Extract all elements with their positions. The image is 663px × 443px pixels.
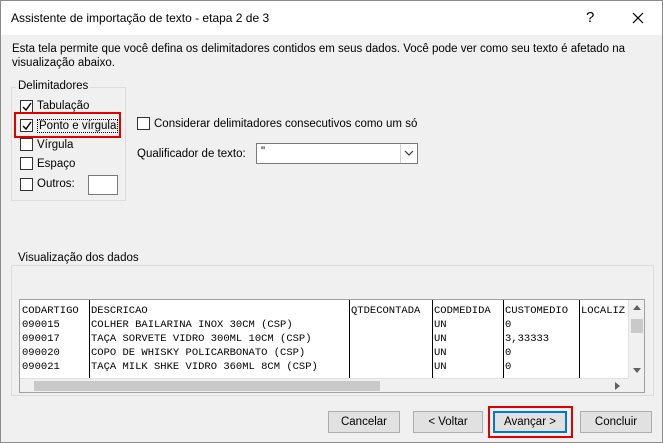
title-bar: Assistente de importação de texto - etap… [1, 1, 662, 35]
space-checkbox[interactable] [20, 157, 33, 170]
preview-cell: 090021 [22, 361, 60, 373]
import-wizard-dialog: Assistente de importação de texto - etap… [0, 0, 663, 443]
preview-cell: TAÇA MILK SHKE VIDRO 360ML 8CM (CSP) [91, 361, 318, 373]
column-separator[interactable] [349, 300, 350, 378]
semicolon-highlight [14, 112, 121, 138]
others-label: Outros: [37, 178, 75, 190]
space-label: Espaço [37, 158, 76, 170]
consecutive-label: Considerar delimitadores consecutivos co… [154, 118, 418, 130]
scroll-down-icon [633, 368, 641, 373]
back-button[interactable]: < Voltar [413, 411, 483, 433]
finish-button[interactable]: Concluir [580, 411, 652, 433]
consecutive-checkbox[interactable] [137, 117, 150, 130]
horizontal-scrollbar[interactable] [20, 378, 628, 392]
horizontal-scroll-thumb[interactable] [34, 381, 380, 391]
others-input[interactable] [88, 175, 118, 195]
checkmark-icon [22, 102, 32, 112]
column-separator[interactable] [432, 300, 433, 378]
qualifier-select[interactable]: " [256, 143, 418, 164]
preview-cell: 3,33333 [505, 333, 550, 345]
preview-header-cell: CODARTIGO [22, 305, 79, 317]
chevron-down-icon [404, 150, 414, 156]
preview-header-cell: DESCRICAO [91, 305, 148, 317]
column-separator[interactable] [503, 300, 504, 378]
comma-checkbox[interactable] [20, 138, 33, 151]
preview-cell: 0 [505, 319, 512, 331]
preview-group-label: Visualização dos dados [16, 252, 141, 264]
intro-text: Esta tela permite que você defina os del… [12, 43, 626, 69]
preview-cell [350, 318, 433, 332]
preview-cell: 090017 [22, 333, 60, 345]
dropdown-arrow[interactable] [400, 144, 417, 163]
preview-cell [350, 360, 433, 374]
preview-cell: COLHER BAILARINA INOX 30CM (CSP) [91, 319, 293, 331]
preview-cell: 0 [505, 347, 512, 359]
preview-cell: TAÇA SORVETE VIDRO 300ML 10CM (CSP) [91, 333, 312, 345]
delimiters-group-label: Delimitadores [16, 80, 91, 92]
preview-cell: UN [434, 347, 447, 359]
preview-cell [350, 332, 433, 346]
preview-cell: UN [434, 333, 447, 345]
comma-label: Vírgula [37, 139, 74, 151]
preview-cell: UN [434, 361, 447, 373]
help-button[interactable]: ? [586, 9, 594, 26]
scroll-up-icon [633, 305, 641, 310]
preview-cell [350, 346, 433, 360]
preview-cell: UN [434, 319, 447, 331]
tab-label: Tabulação [37, 100, 90, 112]
column-separator[interactable] [89, 300, 90, 378]
close-button[interactable] [624, 4, 654, 32]
scroll-right-icon [615, 382, 620, 390]
qualifier-value: " [261, 146, 266, 158]
preview-cell: COPO DE WHISKY POLICARBONATO (CSP) [91, 347, 306, 359]
vertical-scrollbar[interactable] [628, 300, 644, 378]
preview-header-cell: QTDECONTADA [351, 305, 421, 317]
close-icon [632, 12, 644, 24]
scrollbar-corner [628, 378, 644, 392]
preview-cell: 090015 [22, 319, 60, 331]
preview-cell: 0 [505, 361, 512, 373]
qualifier-label: Qualificador de texto: [137, 148, 246, 160]
preview-header-cell: CODMEDIDA [434, 305, 491, 317]
data-preview-grid[interactable]: CODARTIGO DESCRICAO QTDECONTADA CODMEDIDA CU… [19, 299, 645, 393]
next-highlight [488, 406, 573, 438]
cancel-button[interactable]: Cancelar [328, 411, 400, 433]
column-separator[interactable] [579, 300, 580, 378]
dialog-title: Assistente de importação de texto - etap… [11, 11, 270, 25]
others-checkbox[interactable] [20, 178, 33, 191]
preview-header-cell: CUSTOMEDIO [505, 305, 569, 317]
preview-cell: 090020 [22, 347, 60, 359]
vertical-scroll-thumb[interactable] [631, 319, 643, 333]
